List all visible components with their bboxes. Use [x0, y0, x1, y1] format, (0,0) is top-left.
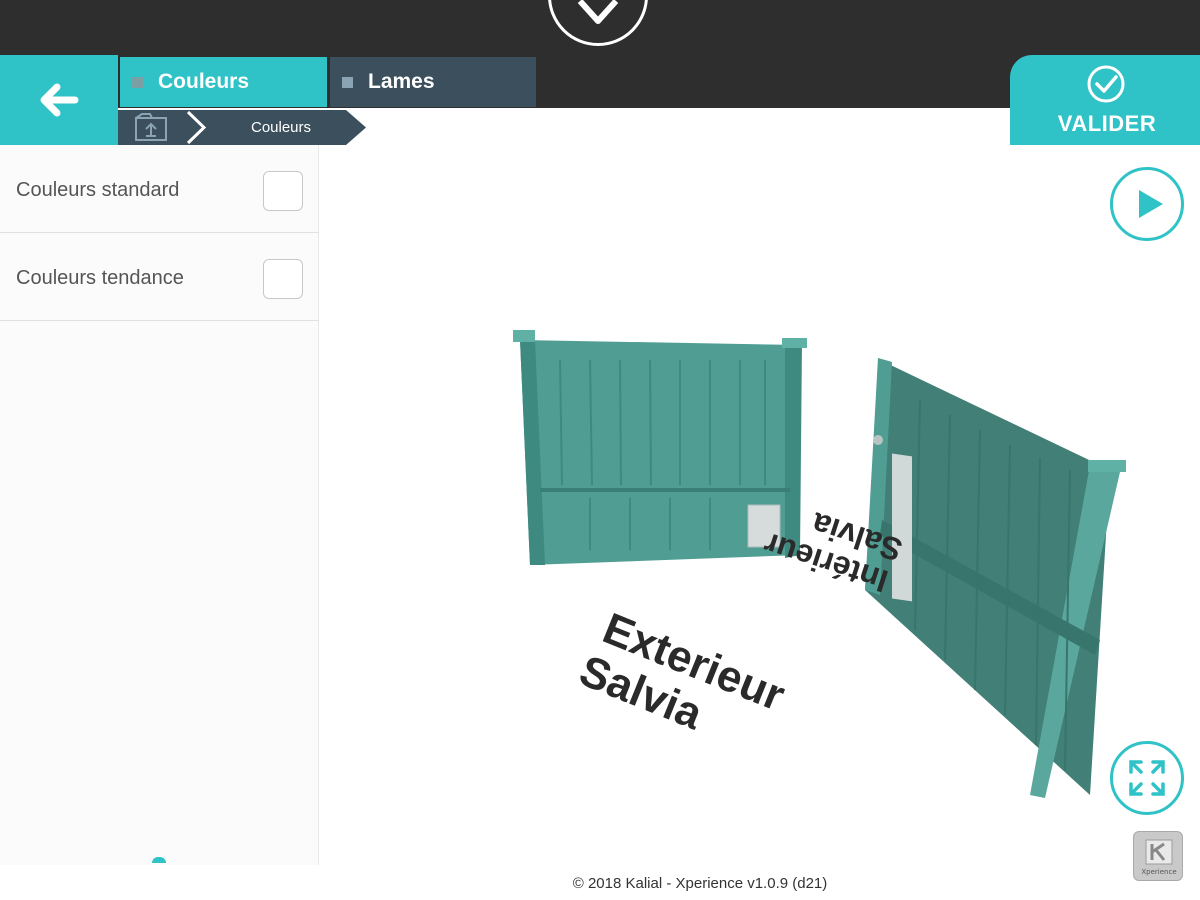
back-button[interactable]: [0, 55, 118, 145]
fullscreen-button[interactable]: [1110, 741, 1184, 815]
option-label: Couleurs tendance: [16, 267, 184, 289]
tab-lames[interactable]: Lames: [330, 57, 536, 107]
arrow-left-icon: [40, 83, 79, 117]
gate-3d-viewer[interactable]: Exterieur Salvia Intérieur Salvia: [440, 300, 1140, 815]
right-gate-leaf: [865, 358, 1126, 798]
validate-label: VALIDER: [1057, 111, 1157, 136]
option-checkbox[interactable]: [263, 259, 303, 299]
option-couleurs-standard[interactable]: Couleurs standard: [0, 145, 318, 233]
play-icon: [1139, 190, 1163, 218]
expand-icon: [1129, 760, 1165, 796]
left-gate-leaf: [513, 330, 807, 565]
brand-text: Xperience: [1141, 868, 1177, 876]
folder-up-icon: [135, 113, 167, 141]
tab-label: Couleurs: [158, 70, 250, 93]
option-label: Couleurs standard: [16, 179, 180, 201]
copyright-footer: © 2018 Kalial - Xperience v1.0.9 (d21): [572, 875, 828, 892]
play-button[interactable]: [1110, 167, 1184, 241]
check-circle-icon: [1087, 65, 1125, 103]
tab-marker-icon: [342, 76, 353, 88]
exterior-label: Exterieur Salvia: [573, 604, 792, 740]
tab-marker-icon: [132, 76, 143, 88]
option-checkbox[interactable]: [263, 171, 303, 211]
k-logo-icon: Xperience: [1133, 831, 1183, 881]
tab-couleurs[interactable]: Couleurs: [120, 57, 327, 107]
breadcrumb-home[interactable]: [118, 110, 186, 145]
option-couleurs-tendance[interactable]: Couleurs tendance: [0, 233, 318, 321]
scroll-indicator-bottom: [152, 857, 166, 863]
tab-label: Lames: [368, 70, 435, 93]
validate-button[interactable]: VALIDER: [1010, 55, 1200, 145]
breadcrumb-current[interactable]: Couleurs: [226, 119, 336, 136]
options-sidebar: Couleurs standard Couleurs tendance: [0, 145, 319, 865]
